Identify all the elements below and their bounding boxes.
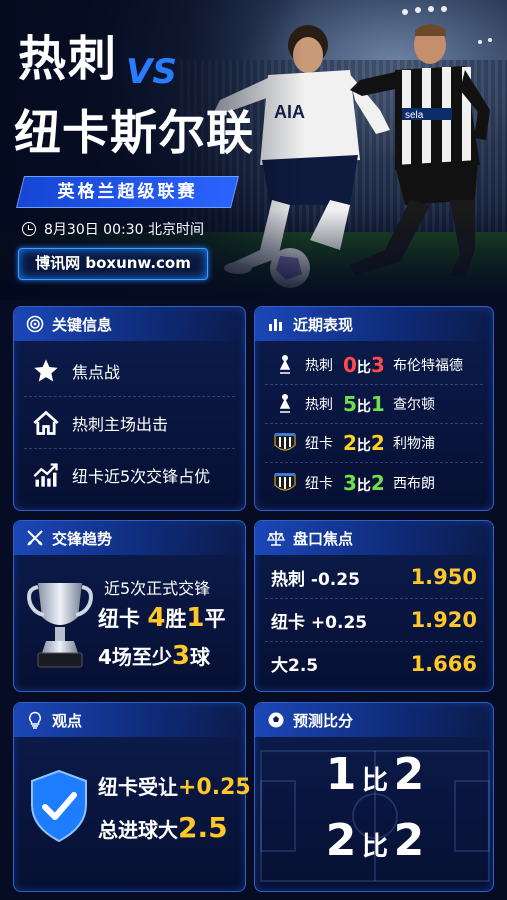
lightbulb-icon: [29, 711, 41, 729]
star-icon: [34, 358, 58, 381]
list-item: 纽卡近5次交锋占优: [24, 449, 235, 501]
card-header: 盘口焦点: [255, 521, 493, 555]
trophy-icon: [27, 583, 93, 668]
spurs-crest-icon: [271, 390, 299, 418]
table-row: 纽卡 3比2 西布朗: [265, 463, 483, 502]
vs-label: VS: [126, 52, 177, 92]
card-header: 近期表现: [255, 307, 493, 341]
trend-chart-icon: [33, 463, 58, 487]
odds-row: 纽卡 +0.25 1.920: [265, 599, 483, 642]
list-item: 焦点战: [24, 345, 235, 397]
away-team-title: 纽卡斯尔联: [14, 106, 254, 161]
clock-icon: [22, 222, 36, 236]
bar-chart-icon: [269, 319, 282, 331]
key-info-card: 关键信息 焦点战 热刺主场出击 纽卡近5次交锋占优: [13, 306, 246, 511]
hero-banner: AIA sela 热刺 VS 纽卡斯尔联 英格兰超级联赛 8月30日 00:30…: [0, 0, 507, 300]
h2h-line2: 纽卡 4胜1平: [98, 603, 226, 633]
h2h-line3: 4场至少3球: [98, 641, 211, 671]
league-badge: 英格兰超级联赛: [16, 176, 239, 208]
card-title: 盘口焦点: [293, 529, 354, 548]
home-team-title: 热刺: [18, 31, 119, 87]
view-line1: 纽卡受让+0.25: [98, 775, 251, 800]
table-row: 纽卡 2比2 利物浦: [265, 424, 483, 463]
odds-row: 热刺 -0.25 1.950: [265, 556, 483, 599]
predict-card: 预测比分 1 比 2 2 比 2: [254, 702, 494, 892]
spurs-crest-icon: [271, 351, 299, 379]
card-title: 预测比分: [293, 711, 354, 730]
card-header: 预测比分: [255, 703, 493, 737]
list-item: 热刺主场出击: [24, 397, 235, 449]
h2h-card: 交锋趋势 近5次正式交锋 纽卡 4胜1平 4场至少3球: [13, 520, 246, 692]
handicap-card: 盘口焦点 热刺 -0.25 1.950 纽卡 +0.25 1.920 大2.5 1.6…: [254, 520, 494, 692]
scales-icon: [267, 531, 285, 546]
shield-check-icon: [31, 769, 87, 843]
odds-row: 大2.5 1.666: [271, 651, 477, 677]
card-header: 交锋趋势: [14, 521, 245, 555]
home-icon: [33, 410, 59, 435]
football-icon: [268, 712, 284, 728]
newcastle-crest-icon: [271, 469, 299, 497]
crossed-swords-icon: [27, 530, 43, 546]
card-title: 交锋趋势: [52, 529, 113, 548]
recent-form-card: 近期表现 热刺 0比3 布伦特福德 热刺 5比1 查尔顿 纽卡 2比2 利物浦 …: [254, 306, 494, 511]
card-header: 关键信息: [14, 307, 245, 341]
card-title: 观点: [52, 711, 83, 730]
table-row: 热刺 5比1 查尔顿: [265, 385, 483, 424]
newcastle-crest-icon: [271, 429, 299, 457]
match-time: 8月30日 00:30 北京时间: [22, 219, 204, 239]
view-card: 观点 纽卡受让+0.25 总进球大2.5: [13, 702, 251, 892]
card-header: 观点: [14, 703, 245, 737]
card-title: 近期表现: [293, 315, 354, 334]
table-row: 热刺 0比3 布伦特福德: [265, 346, 483, 385]
view-line2: 总进球大2.5: [98, 811, 228, 844]
card-title: 关键信息: [52, 315, 113, 334]
target-icon: [26, 315, 44, 333]
predicted-score-2: 2 比 2: [325, 815, 425, 866]
predicted-score-1: 1 比 2: [325, 749, 425, 800]
h2h-line1: 近5次正式交锋: [104, 579, 211, 598]
website-badge[interactable]: 博讯网 boxunw.com: [18, 248, 208, 280]
